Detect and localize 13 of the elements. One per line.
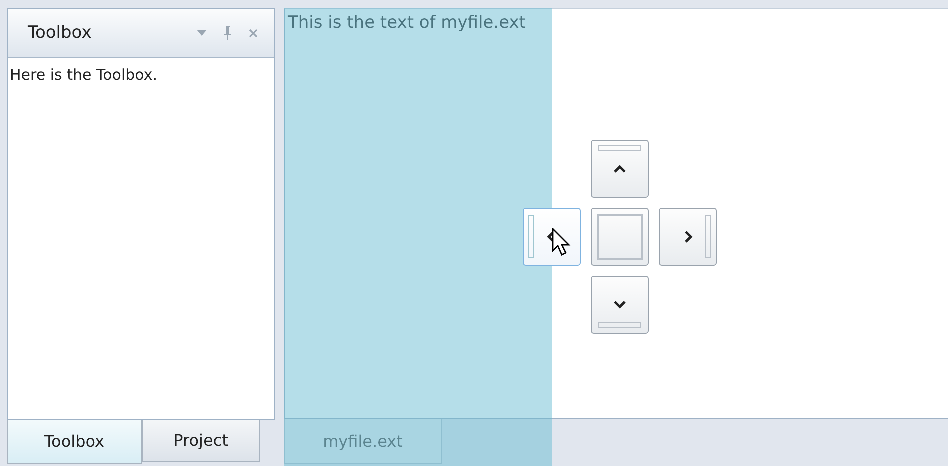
pane-tab[interactable]: Project [142,420,260,462]
dropdown-icon[interactable] [197,30,207,36]
pane-title: Toolbox [28,23,93,43]
dock-bottom-icon [598,299,642,329]
close-icon[interactable] [249,28,258,38]
dock-right-icon [684,215,712,259]
dock-button[interactable] [523,208,581,266]
pane-tab[interactable]: Toolbox [7,420,142,464]
dock-center-icon [596,213,644,261]
dock-top-icon [598,145,642,174]
pane-text: Here is the Toolbox. [10,66,158,84]
document-text: This is the text of myfile.ext [288,13,526,33]
pin-icon[interactable] [223,26,233,40]
